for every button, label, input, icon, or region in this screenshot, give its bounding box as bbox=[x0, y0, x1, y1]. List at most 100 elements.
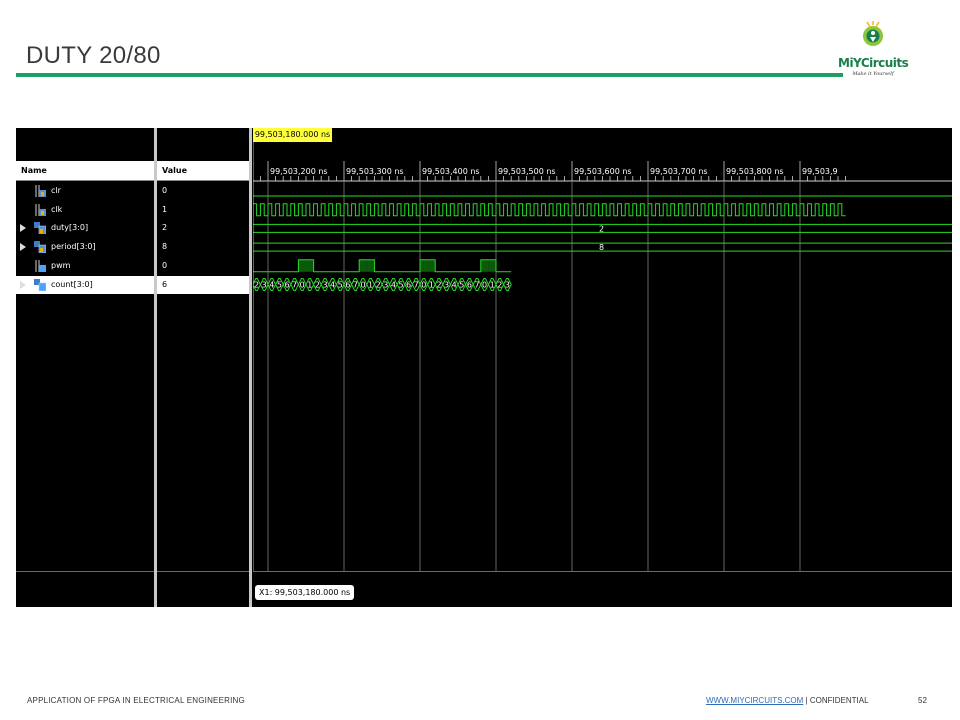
names-pane-bottom-divider bbox=[16, 571, 154, 572]
time-tick-label: 99,503,800 ns bbox=[726, 167, 784, 176]
pwm-high-fill bbox=[427, 259, 436, 272]
wave-pwm bbox=[253, 259, 512, 273]
bit-signal-icon bbox=[34, 185, 46, 197]
time-tick-label: 99,503,700 ns bbox=[650, 167, 708, 176]
pwm-high-fill bbox=[306, 259, 314, 272]
signal-name-label: pwm bbox=[51, 260, 71, 270]
count-value-label: 3 bbox=[322, 281, 327, 290]
wave-period-value-label: 8 bbox=[599, 243, 604, 252]
count-value-label: 6 bbox=[345, 281, 350, 290]
count-value-label: 3 bbox=[505, 281, 510, 290]
bus-output-icon bbox=[34, 278, 47, 291]
signal-value: 6 bbox=[157, 275, 249, 294]
signal-value: 2 bbox=[162, 223, 168, 233]
count-value-label: 5 bbox=[398, 281, 403, 290]
count-value-label: 4 bbox=[330, 281, 335, 290]
signal-value: 0 bbox=[162, 260, 168, 270]
slide-title: DUTY 20/80 bbox=[26, 42, 161, 69]
bit-signal-icon bbox=[34, 203, 46, 216]
expand-arrow-icon[interactable] bbox=[20, 224, 26, 233]
bus-signal-icon bbox=[34, 241, 47, 254]
waveform-pane[interactable]: 99,503,100 ns99,503,200 ns99,503,300 ns9… bbox=[253, 128, 952, 607]
count-value-label: 0 bbox=[360, 281, 365, 290]
time-tick-label: 99,503,400 ns bbox=[422, 167, 480, 176]
count-value-label: 3 bbox=[444, 281, 449, 290]
count-value-label: 5 bbox=[459, 281, 464, 290]
value-column-header[interactable]: Value bbox=[157, 161, 249, 181]
pwm-high-fill bbox=[359, 259, 367, 272]
footer-separator: | bbox=[805, 696, 808, 705]
footer-website-link[interactable]: WWW.MIYCIRCUITS.COM bbox=[706, 696, 803, 705]
signal-value: 1 bbox=[162, 204, 168, 214]
name-column-header[interactable]: Name bbox=[16, 161, 154, 181]
count-value-label: 4 bbox=[452, 281, 457, 290]
time-tick-label: 99,503,300 ns bbox=[346, 167, 404, 176]
waveform-canvas[interactable]: 99,503,100 ns99,503,200 ns99,503,300 ns9… bbox=[253, 128, 952, 607]
footer-course-title: APPLICATION OF FPGA IN ELECTRICAL ENGINE… bbox=[27, 696, 245, 705]
waveform-viewer: Name clr clk duty[3:0] period[3:0] pwm count[… bbox=[16, 128, 952, 607]
signal-name-label: period[3:0] bbox=[51, 242, 96, 252]
signal-row-duty[interactable]: duty[3:0] bbox=[16, 219, 154, 237]
time-tick-label: 99,503,200 ns bbox=[270, 167, 328, 176]
signal-value: 8 bbox=[162, 242, 168, 252]
signal-row-clr[interactable]: clr bbox=[16, 182, 154, 200]
time-tick-label: 99,503,9 bbox=[802, 167, 838, 176]
expand-arrow-icon[interactable] bbox=[20, 243, 26, 252]
bit-output-icon bbox=[34, 259, 46, 272]
count-value-label: 7 bbox=[292, 281, 297, 290]
cursor-readout: X1: 99,503,180.000 ns bbox=[255, 585, 355, 600]
signal-row-clk[interactable]: clk bbox=[16, 201, 154, 219]
count-value-label: 7 bbox=[414, 281, 419, 290]
title-underline bbox=[16, 73, 843, 77]
count-value-label: 2 bbox=[315, 281, 320, 290]
values-wave-splitter[interactable] bbox=[249, 128, 252, 607]
values-pane-bottom-divider bbox=[157, 571, 249, 572]
pwm-high-fill bbox=[480, 259, 489, 272]
pwm-high-fill bbox=[488, 259, 496, 272]
bus-signal-icon bbox=[34, 222, 47, 235]
count-value-label: 1 bbox=[490, 281, 495, 290]
pwm-high-fill bbox=[366, 259, 375, 272]
count-value-label: 0 bbox=[300, 281, 305, 290]
page-number: 52 bbox=[918, 696, 927, 705]
signal-name-label: clk bbox=[51, 204, 63, 214]
logo-mark-icon bbox=[863, 21, 883, 46]
count-value-label: 7 bbox=[474, 281, 479, 290]
count-value-label: 6 bbox=[467, 281, 472, 290]
wave-duty-value-label: 2 bbox=[599, 224, 604, 233]
count-value-label: 2 bbox=[436, 281, 441, 290]
signal-values-pane: Value 0 1 2 8 0 6 bbox=[157, 128, 249, 607]
signal-row-period[interactable]: period[3:0] bbox=[16, 238, 154, 256]
expand-arrow-icon[interactable] bbox=[20, 280, 26, 289]
count-value-label: 3 bbox=[262, 281, 267, 290]
wave-clk bbox=[253, 203, 846, 217]
count-value-label: 2 bbox=[254, 281, 259, 290]
count-value-label: 5 bbox=[277, 281, 282, 290]
count-value-label: 4 bbox=[269, 281, 274, 290]
count-value-label: 5 bbox=[338, 281, 343, 290]
wave-pane-bottom-divider bbox=[253, 571, 952, 572]
time-tick-label: 99,503,500 ns bbox=[498, 167, 556, 176]
count-value-label: 6 bbox=[406, 281, 411, 290]
signal-value: 0 bbox=[162, 186, 168, 195]
signal-name-label: duty[3:0] bbox=[51, 223, 89, 233]
count-value-label: 1 bbox=[307, 281, 312, 290]
count-value-label: 0 bbox=[482, 281, 487, 290]
miycircuits-logo: MiYCircuits Make it Yourself bbox=[838, 18, 909, 80]
count-value-label: 7 bbox=[353, 281, 358, 290]
count-value-label: 4 bbox=[391, 281, 396, 290]
footer-confidential: CONFIDENTIAL bbox=[809, 696, 869, 705]
count-value-label: 3 bbox=[383, 281, 388, 290]
signal-row-count[interactable]: count[3:0] bbox=[16, 275, 154, 294]
count-value-label: 1 bbox=[429, 281, 434, 290]
pwm-high-fill bbox=[298, 259, 306, 272]
pwm-high-fill bbox=[420, 259, 428, 272]
footer-links: WWW.MIYCIRCUITS.COM | CONFIDENTIAL bbox=[706, 696, 869, 705]
signal-row-pwm[interactable]: pwm bbox=[16, 257, 154, 275]
count-value-label: 1 bbox=[368, 281, 373, 290]
cursor-time-label[interactable]: 99,503,180.000 ns bbox=[253, 128, 333, 142]
signal-name-label: count[3:0] bbox=[51, 279, 93, 289]
time-tick-label: 99,503,600 ns bbox=[574, 167, 632, 176]
count-value-label: 2 bbox=[376, 281, 381, 290]
count-value-label: 6 bbox=[284, 281, 289, 290]
